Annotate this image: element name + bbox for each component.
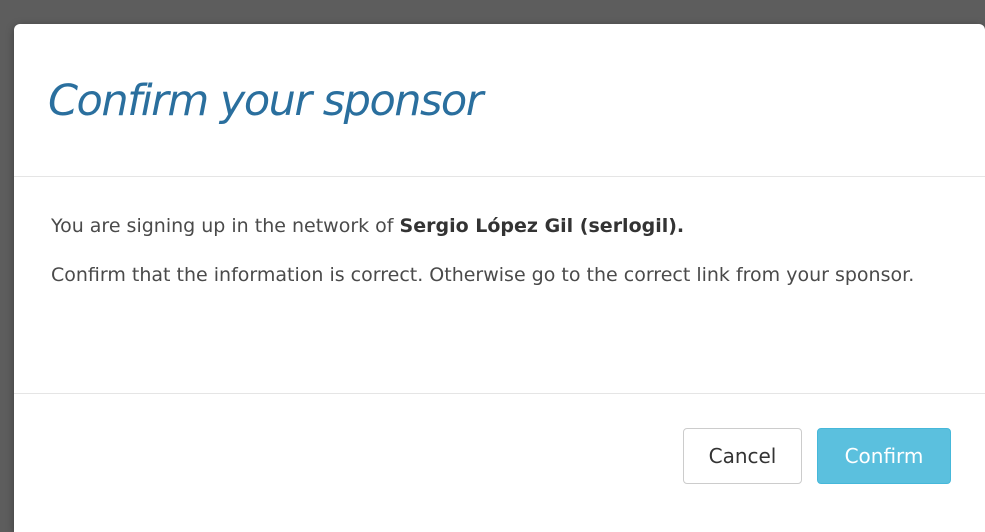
- confirm-button[interactable]: Confirm: [817, 428, 951, 484]
- dialog-header: Confirm your sponsor: [14, 24, 985, 177]
- dialog-body: You are signing up in the network of Ser…: [14, 177, 985, 394]
- sponsor-message: You are signing up in the network of Ser…: [51, 215, 684, 237]
- cancel-button[interactable]: Cancel: [683, 428, 802, 484]
- confirm-sponsor-dialog: Confirm your sponsor You are signing up …: [14, 24, 985, 532]
- sponsor-message-prefix: You are signing up in the network of: [51, 215, 400, 237]
- dialog-footer: Cancel Confirm: [14, 394, 985, 532]
- dialog-title: Confirm your sponsor: [48, 76, 483, 126]
- sponsor-name: Sergio López Gil (serlogil).: [399, 215, 685, 237]
- confirm-instructions: Confirm that the information is correct.…: [51, 264, 915, 286]
